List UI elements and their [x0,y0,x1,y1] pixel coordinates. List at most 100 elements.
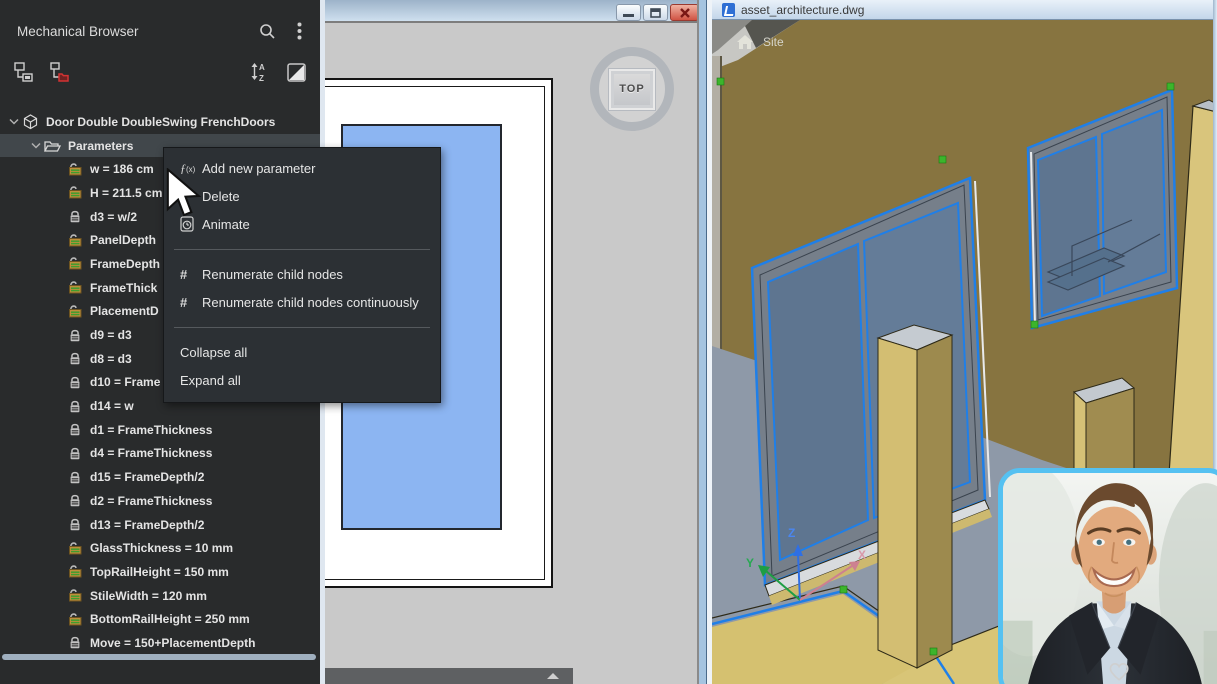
tree-row-label: d15 = FrameDepth/2 [90,470,204,484]
expand-arrow-icon[interactable] [547,673,559,679]
param-unlocked-icon [66,185,83,200]
param-unlocked-icon [66,612,83,627]
presenter-photo [1003,473,1217,684]
mouse-cursor-icon [166,168,202,218]
tree-row[interactable]: StileWidth = 120 mm [0,584,320,608]
window-border [697,0,712,684]
tree-row-label: d10 = Frame [90,375,160,389]
lock-icon [66,328,83,343]
collapsed-panel-bar[interactable] [325,668,573,684]
cube-icon [22,114,39,130]
tree-row-label: BottomRailHeight = 250 mm [90,612,250,626]
param-unlocked-icon [66,588,83,603]
tree-row[interactable]: d1 = FrameThickness [0,418,320,442]
tree-row-label: d13 = FrameDepth/2 [90,518,204,532]
viewport-name-label: Site [763,35,784,49]
ucs-z-label: Z [788,526,795,540]
presenter-webcam-overlay [998,468,1217,684]
svg-text:A: A [259,63,265,72]
menu-item-delete[interactable]: Delete [164,182,440,210]
param-unlocked-icon [66,162,83,177]
app-screen: TOP asset_architecture.dwg [0,0,1217,684]
tree-row[interactable]: Door Double DoubleSwing FrenchDoors [0,110,320,134]
lock-icon [66,635,83,650]
model-window-titlebar[interactable]: asset_architecture.dwg [712,0,1217,20]
svg-text:#: # [180,295,188,309]
home-icon[interactable] [736,34,754,50]
restore-button[interactable] [643,4,668,21]
animate-icon [180,216,202,232]
menu-item-label: Renumerate child nodes continuously [202,295,419,310]
param-unlocked-icon [66,541,83,556]
tree-row-label: TopRailHeight = 150 mm [90,565,229,579]
menu-item-label: Collapse all [180,345,247,360]
menu-item-label: Expand all [180,373,241,388]
dwg-file-icon [722,3,735,17]
lock-icon [66,422,83,437]
tree-row-label: GlassThickness = 10 mm [90,541,233,555]
tree-row-label: Move = 150+PlacementDepth [90,636,255,650]
ucs-y-label: Y [746,556,754,570]
tree-row[interactable]: d15 = FrameDepth/2 [0,465,320,489]
minimize-icon [623,8,634,17]
lock-icon [66,209,83,224]
view-cube[interactable]: TOP [609,69,655,110]
tree-row-label: StileWidth = 120 mm [90,589,207,603]
tree-row-label: H = 211.5 cm [90,186,162,200]
view-cube-label: TOP [619,83,644,95]
kebab-menu-icon[interactable] [288,20,310,42]
horizontal-scrollbar[interactable] [2,654,316,660]
menu-item-add-new-parameter[interactable]: ƒ(x)Add new parameter [164,154,440,182]
minimize-button[interactable] [616,4,641,21]
menu-item-collapse-all[interactable]: Collapse all [164,338,440,366]
menu-item-expand-all[interactable]: Expand all [164,366,440,394]
chevron-down-icon[interactable] [28,142,44,149]
tree-row-label: FrameDepth [90,257,160,271]
menu-item-renumerate-child-nodes-continuously[interactable]: # Renumerate child nodes continuously [164,288,440,316]
view-navigation-ring[interactable]: TOP [590,47,674,131]
tree-row[interactable]: Move = 150+PlacementDepth [0,631,320,655]
model-window-title: asset_architecture.dwg [741,3,864,17]
menu-item-animate[interactable]: Animate [164,210,440,238]
tree-row-label: w = 186 cm [90,162,154,176]
tree-row[interactable]: TopRailHeight = 150 mm [0,560,320,584]
tree-row[interactable]: d4 = FrameThickness [0,442,320,466]
lock-icon [66,517,83,532]
tree-row-label: Door Double DoubleSwing FrenchDoors [46,115,275,129]
menu-item-label: Delete [202,189,240,204]
menu-item-renumerate-child-nodes[interactable]: #Renumerate child nodes [164,260,440,288]
param-unlocked-icon [66,233,83,248]
tree-row-label: d14 = w [90,399,134,413]
tree-row[interactable]: d2 = FrameThickness [0,489,320,513]
asset-tree-icon[interactable] [48,60,72,84]
component-tree-icon[interactable] [12,60,36,84]
close-icon [680,8,690,18]
lock-icon [66,351,83,366]
svg-text:Z: Z [259,74,264,82]
tree-row-label: d9 = d3 [90,328,132,342]
panel-title: Mechanical Browser [17,24,256,39]
tree-row[interactable]: BottomRailHeight = 250 mm [0,607,320,631]
tree-row-label: d3 = w/2 [90,210,137,224]
sort-alpha-icon[interactable]: AZ [248,60,272,84]
tree-row-label: d8 = d3 [90,352,132,366]
contrast-icon[interactable] [284,60,308,84]
tree-row[interactable]: GlassThickness = 10 mm [0,536,320,560]
lock-icon [66,375,83,390]
tree-row-label: PanelDepth [90,233,156,247]
param-unlocked-icon [66,304,83,319]
lock-icon [66,470,83,485]
tree-row-label: FrameThick [90,281,157,295]
tree-row-label: d1 = FrameThickness [90,423,212,437]
menu-separator [164,316,440,338]
tree-row[interactable]: d13 = FrameDepth/2 [0,513,320,537]
close-button[interactable] [670,4,699,21]
chevron-down-icon[interactable] [6,118,22,125]
context-menu: ƒ(x)Add new parameterDeleteAnimate#Renum… [163,147,441,403]
tree-row-label: PlacementD [90,304,159,318]
hash-icon: # [180,295,202,309]
lock-icon [66,399,83,414]
search-icon[interactable] [256,20,278,42]
menu-item-label: Renumerate child nodes [202,267,343,282]
param-unlocked-icon [66,280,83,295]
